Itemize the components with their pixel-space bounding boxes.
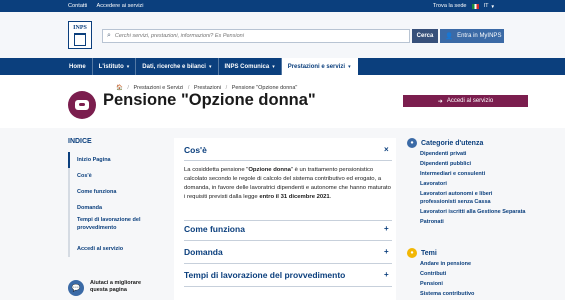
chat-icon: 💬 [68,280,84,296]
inps-logo[interactable]: INPS [68,21,92,49]
column-logo-icon [74,33,86,46]
divider [184,240,392,241]
main-nav: Home L'istituto ▾ Dati, ricerche e bilanc… [0,58,565,75]
section-cose-title[interactable]: Cos'è [184,145,207,155]
categorie-header: Categorie d'utenza [421,139,484,147]
tema-link[interactable]: Contributi [420,271,527,279]
divider [184,286,392,287]
trova-sede-link[interactable]: Trova la sede [433,3,467,9]
expand-icon[interactable]: + [384,270,389,279]
italian-flag-icon [471,3,479,9]
index-item-tempi[interactable]: Tempi di lavorazione del provvedimento [70,216,171,241]
page-title: Pensione "Opzione donna" [103,91,316,109]
categoria-link[interactable]: Lavoratori autonomi e liberi professioni… [420,191,527,206]
collapse-icon[interactable]: × [384,145,389,154]
site-header: INPS ⌕ Cerca 👤 Entra in MyINPS [0,12,565,58]
section-come-funziona-title[interactable]: Come funziona [184,224,245,234]
access-service-button[interactable]: ➜ Accedi al servizio [403,95,528,107]
expand-icon[interactable]: + [384,224,389,233]
search-button[interactable]: Cerca [412,29,438,43]
index-item-inizio[interactable]: Inizio Pagina [68,152,171,168]
section-cose-text: La cosiddetta pensione "Opzione donna" è… [184,167,391,201]
tema-link[interactable]: Andare in pensione [420,261,527,269]
pension-icon [68,91,96,119]
temi-panel: ● Temi Andare in pensione Contributi Pen… [407,248,527,300]
categoria-link[interactable]: Dipendenti privati [420,151,527,159]
categoria-link[interactable]: Lavoratori iscritti alla Gestione Separa… [420,209,527,217]
categorie-panel: ● Categorie d'utenza Dipendenti privati … [407,138,527,229]
nav-home[interactable]: Home [63,58,93,75]
section-tempi-title[interactable]: Tempi di lavorazione del provvedimento [184,270,345,280]
nav-dati[interactable]: Dati, ricerche e bilanci ▾ [136,58,219,75]
index-header: INDICE [68,138,92,145]
expand-icon[interactable]: + [384,247,389,256]
search-input[interactable] [114,33,409,39]
categoria-link[interactable]: Dipendenti pubblici [420,161,527,169]
categoria-link[interactable]: Intermediari e consulenti [420,171,527,179]
feedback-link[interactable]: 💬 Aiutaci a migliorare questa pagina [68,280,150,296]
index-item-cose[interactable]: Cos'è [70,168,171,184]
divider [184,263,392,264]
temi-header: Temi [421,249,437,257]
index-item-come-funziona[interactable]: Come funziona [70,184,171,200]
search-box: ⌕ [102,29,410,43]
nav-prestazioni[interactable]: Prestazioni e servizi ▾ [281,58,358,75]
divider [184,220,392,221]
nav-comunica[interactable]: INPS Comunica ▾ [219,58,282,75]
top-bar: Contatti Accedere ai servizi Trova la se… [0,0,565,12]
user-icon: 👤 [445,33,454,40]
categoria-link[interactable]: Patronati [420,219,527,227]
index-item-accedi[interactable]: Accedi al servizio [70,241,171,257]
chevron-down-icon: ▾ [348,63,351,70]
nav-istituto[interactable]: L'istituto ▾ [93,58,137,75]
index-item-domanda[interactable]: Domanda [70,200,171,216]
page-index: INDICE Inizio Pagina Cos'è Come funziona… [68,138,171,257]
users-icon: ● [407,138,417,148]
chevron-down-icon: ▾ [272,63,275,70]
arrow-circle-icon: ➜ [437,98,443,105]
divider [184,160,392,161]
chevron-down-icon: ▼ [490,3,495,9]
accedere-servizi-link[interactable]: Accedere ai servizi [97,3,144,9]
tema-link[interactable]: Pensioni [420,281,527,289]
section-domanda-title[interactable]: Domanda [184,247,223,257]
language-select[interactable]: IT [484,3,489,9]
myinps-button[interactable]: 👤 Entra in MyINPS [440,29,504,43]
search-icon: ⌕ [107,32,111,39]
chevron-down-icon: ▾ [126,63,130,70]
lightbulb-icon: ● [407,248,417,258]
contatti-link[interactable]: Contatti [68,3,87,9]
categoria-link[interactable]: Lavoratori [420,181,527,189]
chevron-down-icon: ▾ [208,63,212,70]
tema-link[interactable]: Sistema contributivo [420,291,527,299]
